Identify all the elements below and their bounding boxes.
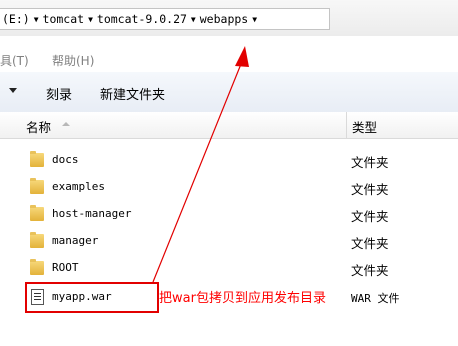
annotation-arrow <box>152 46 249 283</box>
arrowhead-icon <box>235 46 249 67</box>
annotation-arrow-line <box>152 63 242 283</box>
